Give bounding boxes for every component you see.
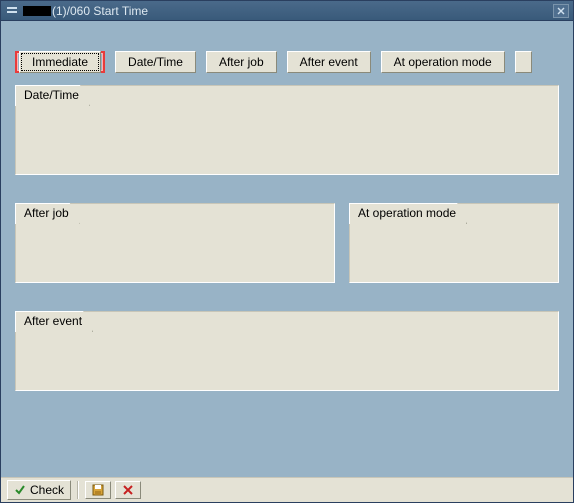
selected-highlight: Immediate — [15, 51, 105, 73]
at-operation-mode-button[interactable]: At operation mode — [381, 51, 505, 73]
at-operation-mode-group: At operation mode — [349, 203, 559, 283]
check-button[interactable]: Check — [7, 480, 71, 500]
system-menu-icon[interactable] — [5, 4, 19, 18]
footer-divider — [77, 481, 79, 499]
date-time-group: Date/Time — [15, 85, 559, 175]
after-job-group-label: After job — [15, 203, 80, 224]
date-time-group-label: Date/Time — [15, 85, 90, 106]
cancel-button[interactable] — [115, 481, 141, 499]
save-icon — [92, 484, 104, 496]
after-event-button[interactable]: After event — [287, 51, 371, 73]
start-time-dialog: (1)/060 Start Time Immediate Date/Time A… — [0, 0, 574, 503]
check-icon — [14, 484, 26, 496]
dialog-footer: Check — [1, 477, 573, 502]
titlebar: (1)/060 Start Time — [1, 1, 573, 21]
window-title: (1)/060 Start Time — [52, 4, 148, 18]
check-button-label: Check — [30, 483, 64, 497]
immediate-button[interactable]: Immediate — [19, 51, 101, 73]
at-operation-mode-group-label: At operation mode — [349, 203, 467, 224]
cancel-icon — [122, 484, 134, 496]
after-job-button[interactable]: After job — [206, 51, 277, 73]
dialog-content: Immediate Date/Time After job After even… — [1, 21, 573, 477]
close-button[interactable] — [553, 4, 569, 18]
date-time-button[interactable]: Date/Time — [115, 51, 196, 73]
after-job-group: After job — [15, 203, 335, 283]
more-options-button[interactable] — [515, 51, 532, 73]
after-event-group: After event — [15, 311, 559, 391]
start-condition-buttons: Immediate Date/Time After job After even… — [1, 21, 573, 85]
panels-area: Date/Time After job At operation mode Af… — [1, 85, 573, 391]
redacted-system-text — [23, 6, 51, 16]
save-button[interactable] — [85, 481, 111, 499]
after-event-group-label: After event — [15, 311, 93, 332]
